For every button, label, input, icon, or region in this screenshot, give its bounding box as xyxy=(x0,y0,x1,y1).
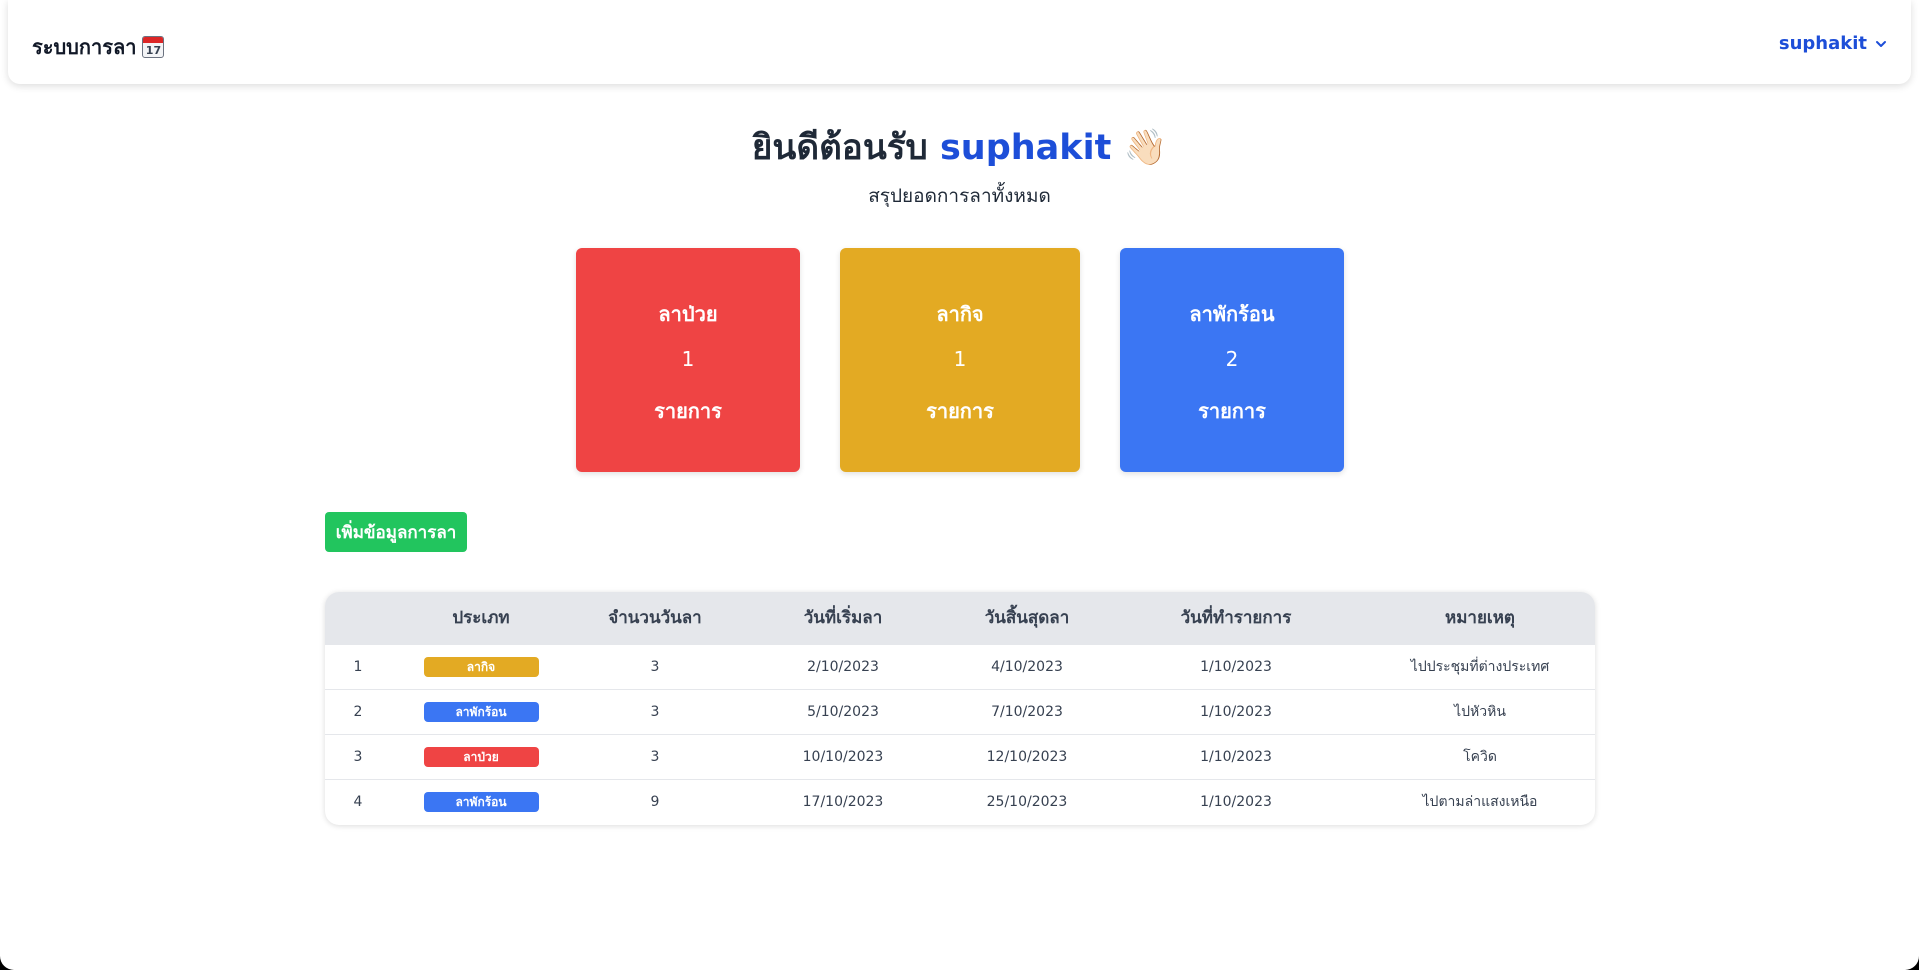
cell-days: 9 xyxy=(650,793,660,810)
card-title: ลาป่วย xyxy=(658,302,718,326)
cell-days: 3 xyxy=(650,748,660,765)
sick-leave-card: ลาป่วย 1 รายการ xyxy=(576,248,800,472)
cell-note: โควิด xyxy=(1463,748,1497,765)
card-unit: รายการ xyxy=(654,399,722,423)
cell-days: 3 xyxy=(650,658,660,675)
cell-type: ลาพักร้อน xyxy=(391,779,571,824)
add-leave-button[interactable]: เพิ่มข้อมูลการลา xyxy=(325,512,467,552)
cell-end-date: 25/10/2023 xyxy=(986,793,1068,810)
cell-end-date: 4/10/2023 xyxy=(991,658,1063,675)
card-unit: รายการ xyxy=(1198,399,1266,423)
table-row: 1 ลากิจ 3 2/10/2023 4/10/2023 1/10/2023 … xyxy=(325,644,1595,689)
page: ระบบการลา 17 suphakit ยินดีต้อนรับ supha… xyxy=(0,0,1919,970)
cell-type: ลาพักร้อน xyxy=(391,689,571,734)
card-count: 2 xyxy=(1225,347,1239,371)
cell-note: ไปหัวหิน xyxy=(1454,703,1506,720)
welcome-username: suphakit xyxy=(939,128,1112,168)
leave-table: ประเภท จำนวนวันลา วันที่เริ่มลา วันสิ้นส… xyxy=(325,592,1595,825)
summary-subtitle: สรุปยอดการลาทั้งหมด xyxy=(868,185,1051,207)
cell-start-date: 5/10/2023 xyxy=(807,703,879,720)
header-index xyxy=(325,592,391,644)
wave-hand-icon: 👋🏻 xyxy=(1123,128,1168,168)
card-count: 1 xyxy=(953,347,967,371)
cell-created-date: 1/10/2023 xyxy=(1200,658,1272,675)
cell-index: 4 xyxy=(353,793,363,810)
leave-type-badge: ลาพักร้อน xyxy=(423,791,539,812)
card-unit: รายการ xyxy=(926,399,994,423)
header-end-date: วันสิ้นสุดลา xyxy=(984,608,1070,629)
brand[interactable]: ระบบการลา 17 xyxy=(32,31,165,63)
cell-end-date: 7/10/2023 xyxy=(991,703,1063,720)
calendar-icon-date: 17 xyxy=(145,44,162,57)
cell-days: 3 xyxy=(650,703,660,720)
leave-type-badge: ลาพักร้อน xyxy=(423,701,539,722)
cell-type: ลาป่วย xyxy=(391,734,571,779)
table-row: 2 ลาพักร้อน 3 5/10/2023 7/10/2023 1/10/2… xyxy=(325,689,1595,734)
cell-index: 3 xyxy=(353,748,363,765)
header-type: ประเภท xyxy=(452,608,510,629)
table-row: 3 ลาป่วย 3 10/10/2023 12/10/2023 1/10/20… xyxy=(325,734,1595,779)
cell-start-date: 10/10/2023 xyxy=(802,748,884,765)
cell-created-date: 1/10/2023 xyxy=(1200,703,1272,720)
chevron-down-icon xyxy=(1876,40,1886,47)
cell-created-date: 1/10/2023 xyxy=(1200,793,1272,810)
vacation-leave-card: ลาพักร้อน 2 รายการ xyxy=(1120,248,1344,472)
cell-start-date: 17/10/2023 xyxy=(802,793,884,810)
leave-type-badge: ลาป่วย xyxy=(423,746,539,767)
brand-title: ระบบการลา xyxy=(32,35,137,59)
header-note: หมายเหตุ xyxy=(1445,608,1515,629)
cell-end-date: 12/10/2023 xyxy=(986,748,1068,765)
table-header-row: ประเภท จำนวนวันลา วันที่เริ่มลา วันสิ้นส… xyxy=(325,592,1595,644)
cell-start-date: 2/10/2023 xyxy=(807,658,879,675)
welcome-heading: ยินดีต้อนรับ suphakit 👋🏻 xyxy=(0,120,1919,175)
header-start-date: วันที่เริ่มลา xyxy=(803,608,883,629)
table-row: 4 ลาพักร้อน 9 17/10/2023 25/10/2023 1/10… xyxy=(325,779,1595,824)
card-title: ลาพักร้อน xyxy=(1189,302,1275,326)
cell-index: 2 xyxy=(353,703,363,720)
cell-note: ไปประชุมที่ต่างประเทศ xyxy=(1410,658,1550,675)
cell-type: ลากิจ xyxy=(391,644,571,689)
personal-leave-card: ลากิจ 1 รายการ xyxy=(840,248,1080,472)
cell-index: 1 xyxy=(353,658,363,675)
card-count: 1 xyxy=(681,347,695,371)
card-title: ลากิจ xyxy=(936,302,984,326)
calendar-icon: 17 xyxy=(142,36,165,58)
header-created-date: วันที่ทำรายการ xyxy=(1180,608,1292,629)
cell-note: ไปตามล่าแสงเหนือ xyxy=(1422,793,1538,810)
welcome-greeting: ยินดีต้อนรับ xyxy=(751,128,928,168)
header-days: จำนวนวันลา xyxy=(608,608,702,629)
user-menu-name: suphakit xyxy=(1778,33,1867,54)
leave-type-badge: ลากิจ xyxy=(423,656,539,677)
cell-created-date: 1/10/2023 xyxy=(1200,748,1272,765)
navbar: ระบบการลา 17 suphakit xyxy=(8,0,1911,84)
user-menu-button[interactable]: suphakit xyxy=(1779,33,1887,54)
